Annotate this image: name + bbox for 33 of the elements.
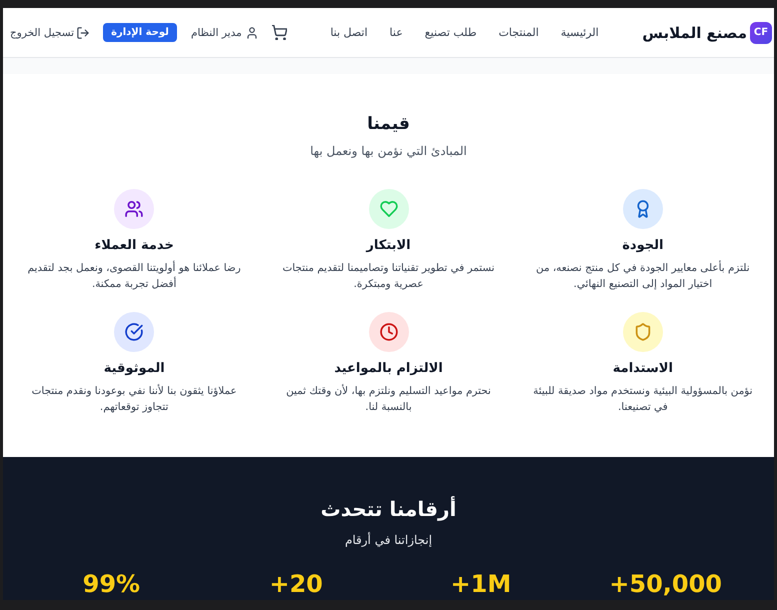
admin-dashboard-button[interactable]: لوحة الإدارة [103, 23, 177, 42]
nav-link[interactable]: طلب تصنيع [424, 26, 477, 39]
value-description: نحترم مواعيد التسليم ونلتزم بها، لأن وقتك ثمين بالنسبة لنا. [285, 383, 492, 415]
value-description: نلتزم بأعلى معايير الجودة في كل منتج نصنعه، من اختيار المواد إلى التصنيع النهائي. [535, 260, 751, 292]
section-subtitle: إنجازاتنا في أرقام [344, 531, 432, 549]
stat-value: 99% [82, 571, 140, 597]
value-title: الابتكار [366, 237, 411, 255]
nav-link[interactable]: عنا [390, 26, 403, 39]
logo-mark[interactable]: CF [750, 22, 772, 44]
site-name[interactable]: مصنع الملابس [642, 24, 747, 42]
user-name: مدير النظام [190, 26, 242, 38]
nav-link[interactable]: الرئيسية [560, 26, 599, 39]
value-description: رضا عملائنا هو أولويتنا القصوى، ونعمل بجد لتقديم أفضل تجربة ممكنة. [26, 260, 242, 292]
logout-icon [77, 26, 90, 38]
stat-value: +20 [269, 571, 323, 597]
user-icon [246, 26, 258, 38]
value-title: خدمة العملاء [94, 237, 174, 255]
value-description: عملاؤنا يثقون بنا لأننا نفي بوعودنا ونقدم منتجات تتجاوز توقعاتهم. [30, 383, 238, 415]
value-title: الموثوقية [104, 360, 165, 378]
section-title: أرقامنا تتحدث [320, 495, 456, 523]
nav-link[interactable]: اتصل بنا [330, 26, 368, 39]
value-title: الجودة [622, 237, 664, 255]
section-subtitle: المبادئ التي نؤمن بها ونعمل بها [310, 143, 467, 160]
value-description: نستمر في تطوير تقنياتنا وتصاميمنا لتقديم منتجات عصرية ومبتكرة. [281, 261, 496, 292]
value-title: الالتزام بالمواعيد [334, 360, 443, 378]
stat-value: +50,000 [609, 571, 722, 597]
section-title: قيمنا [367, 113, 410, 136]
stat-value: +1M [450, 571, 512, 597]
value-title: الاستدامة [612, 360, 673, 378]
cart-icon[interactable] [272, 25, 287, 40]
nav-link[interactable]: المنتجات [498, 26, 539, 39]
logout-link[interactable]: تسجيل الخروج [10, 26, 90, 38]
value-description: نؤمن بالمسؤولية البيئية ونستخدم مواد صديقة للبيئة في تصنيعنا. [532, 384, 754, 415]
